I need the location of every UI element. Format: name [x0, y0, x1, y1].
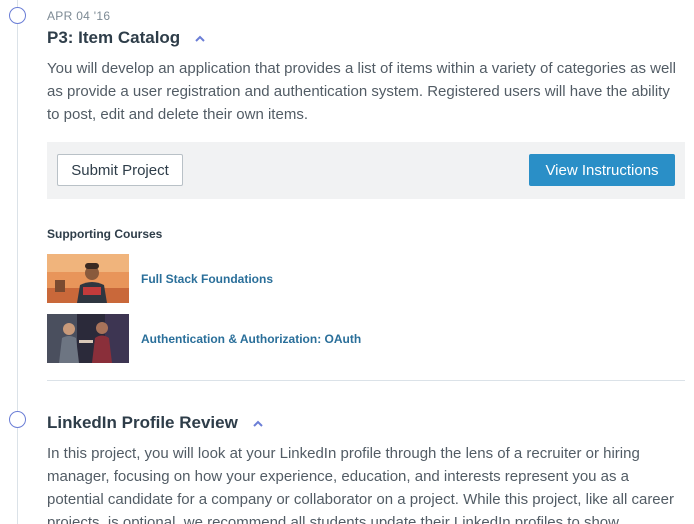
project-action-bar: Submit Project View Instructions	[47, 142, 685, 199]
timeline-line	[17, 0, 18, 524]
project-date: APR 04 '16	[47, 9, 111, 23]
project-title: P3: Item Catalog	[47, 28, 181, 47]
view-instructions-button[interactable]: View Instructions	[529, 154, 675, 186]
submit-project-button[interactable]: Submit Project	[57, 154, 183, 186]
course-link[interactable]: Authentication & Authorization: OAuth	[141, 332, 361, 346]
timeline-dot-icon	[9, 7, 26, 24]
project-title: LinkedIn Profile Review	[47, 413, 238, 432]
timeline-dot-icon	[9, 411, 26, 428]
project-description: You will develop an application that pro…	[47, 60, 676, 123]
course-link[interactable]: Full Stack Foundations	[141, 272, 273, 286]
course-item-full-stack-foundations[interactable]: Full Stack Foundations	[47, 254, 273, 303]
project-header: LinkedIn Profile Review	[47, 413, 266, 433]
course-item-authentication-oauth[interactable]: Authentication & Authorization: OAuth	[47, 314, 361, 363]
project-description: In this project, you will look at your L…	[47, 445, 674, 524]
chevron-up-icon[interactable]	[250, 415, 266, 431]
project-header: P3: Item Catalog	[47, 28, 208, 48]
course-thumbnail	[47, 314, 129, 363]
section-divider	[47, 380, 685, 381]
course-thumbnail	[47, 254, 129, 303]
supporting-courses-heading: Supporting Courses	[47, 227, 163, 241]
chevron-up-icon[interactable]	[192, 30, 208, 46]
